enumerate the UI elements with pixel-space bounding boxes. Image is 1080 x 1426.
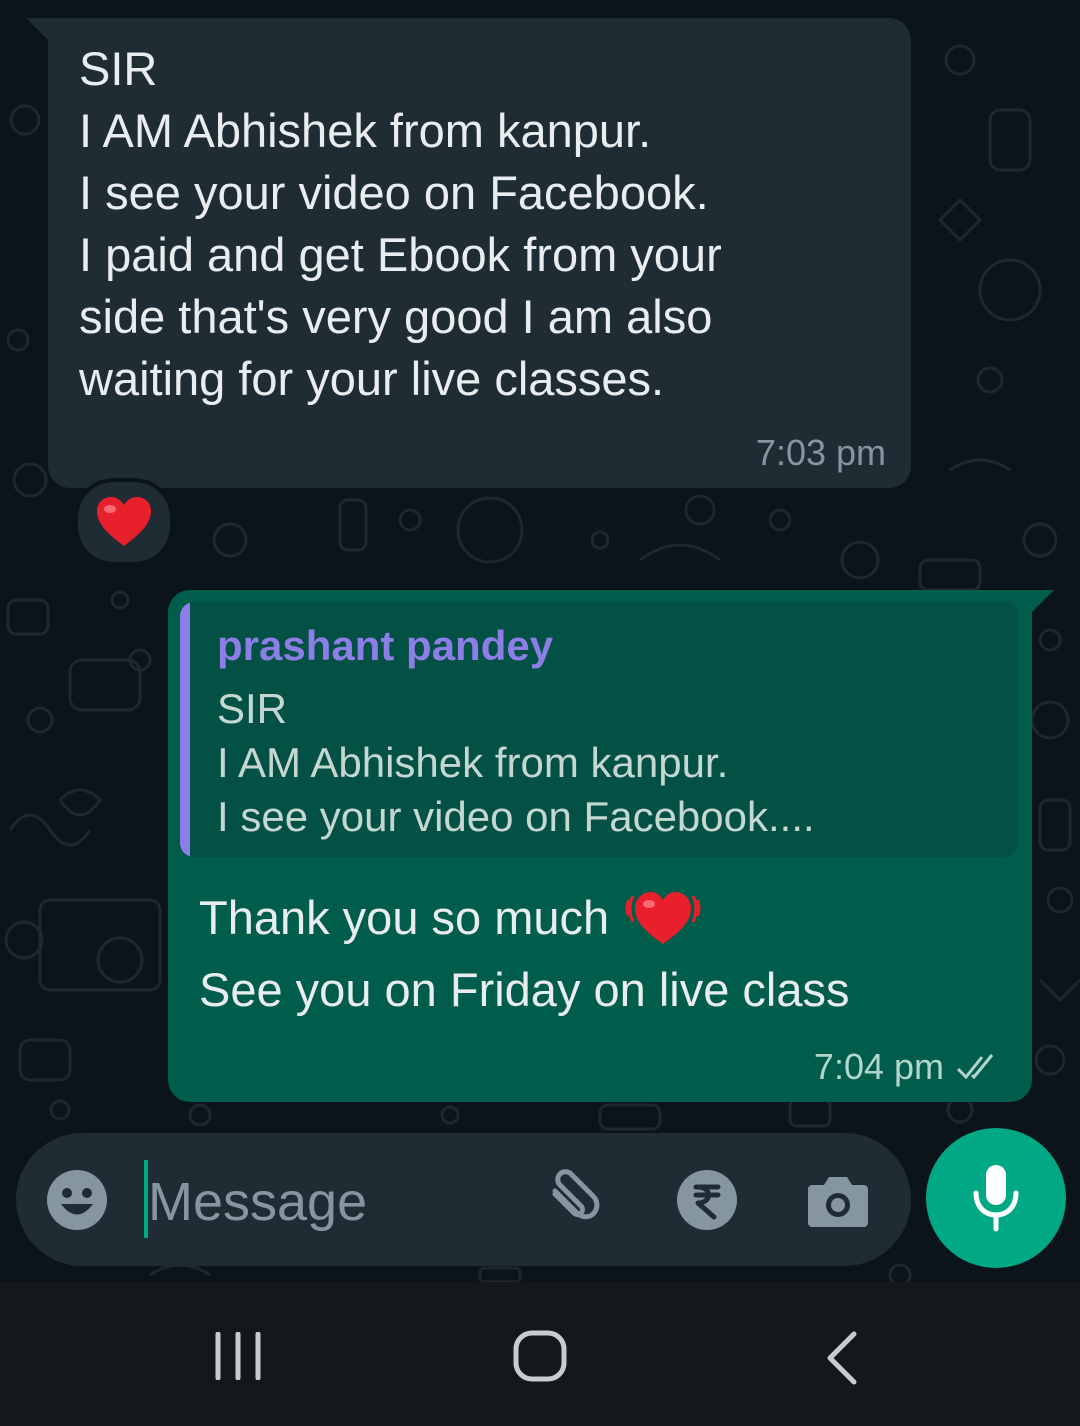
- outgoing-message-line-1: Thank you so much: [199, 882, 701, 952]
- attach-icon[interactable]: [541, 1169, 605, 1233]
- camera-icon[interactable]: [806, 1169, 870, 1231]
- incoming-message-time: 7:03 pm: [755, 432, 886, 473]
- quote-sender: prashant pandey: [217, 622, 554, 669]
- recent-apps-icon[interactable]: [212, 1332, 264, 1380]
- incoming-message-bubble[interactable]: SIR I AM Abhishek from kanpur. I see you…: [26, 18, 911, 488]
- quoted-message[interactable]: prashant pandey SIR I AM Abhishek from k…: [180, 602, 1018, 857]
- message-input[interactable]: Message: [148, 1171, 367, 1233]
- double-check-icon: [956, 1054, 994, 1080]
- outgoing-message-meta: 7:04 pm: [814, 1046, 1002, 1088]
- beating-heart-emoji-icon: [625, 892, 701, 944]
- back-icon[interactable]: [822, 1330, 862, 1386]
- outgoing-message-line-2: See you on Friday on live class: [199, 963, 850, 1016]
- quote-bar: [180, 602, 190, 857]
- home-icon[interactable]: [513, 1330, 567, 1382]
- mic-button[interactable]: [926, 1128, 1066, 1268]
- outgoing-line-1-text: Thank you so much: [199, 890, 610, 944]
- message-composer[interactable]: Message: [16, 1133, 911, 1266]
- message-reaction[interactable]: [74, 478, 174, 566]
- incoming-message-text: SIR I AM Abhishek from kanpur. I see you…: [79, 42, 722, 405]
- bubble-tail: [1028, 590, 1054, 616]
- emoji-icon[interactable]: [46, 1169, 108, 1231]
- mic-icon: [973, 1165, 1019, 1232]
- system-navigation-bar: [0, 1282, 1080, 1426]
- outgoing-message-time: 7:04 pm: [813, 1046, 944, 1087]
- quote-text: SIR I AM Abhishek from kanpur. I see you…: [217, 685, 815, 840]
- bubble-tail: [26, 18, 52, 44]
- outgoing-message-bubble[interactable]: prashant pandey SIR I AM Abhishek from k…: [168, 590, 1054, 1102]
- heart-emoji-icon: [97, 497, 151, 546]
- rupee-icon[interactable]: [676, 1169, 738, 1231]
